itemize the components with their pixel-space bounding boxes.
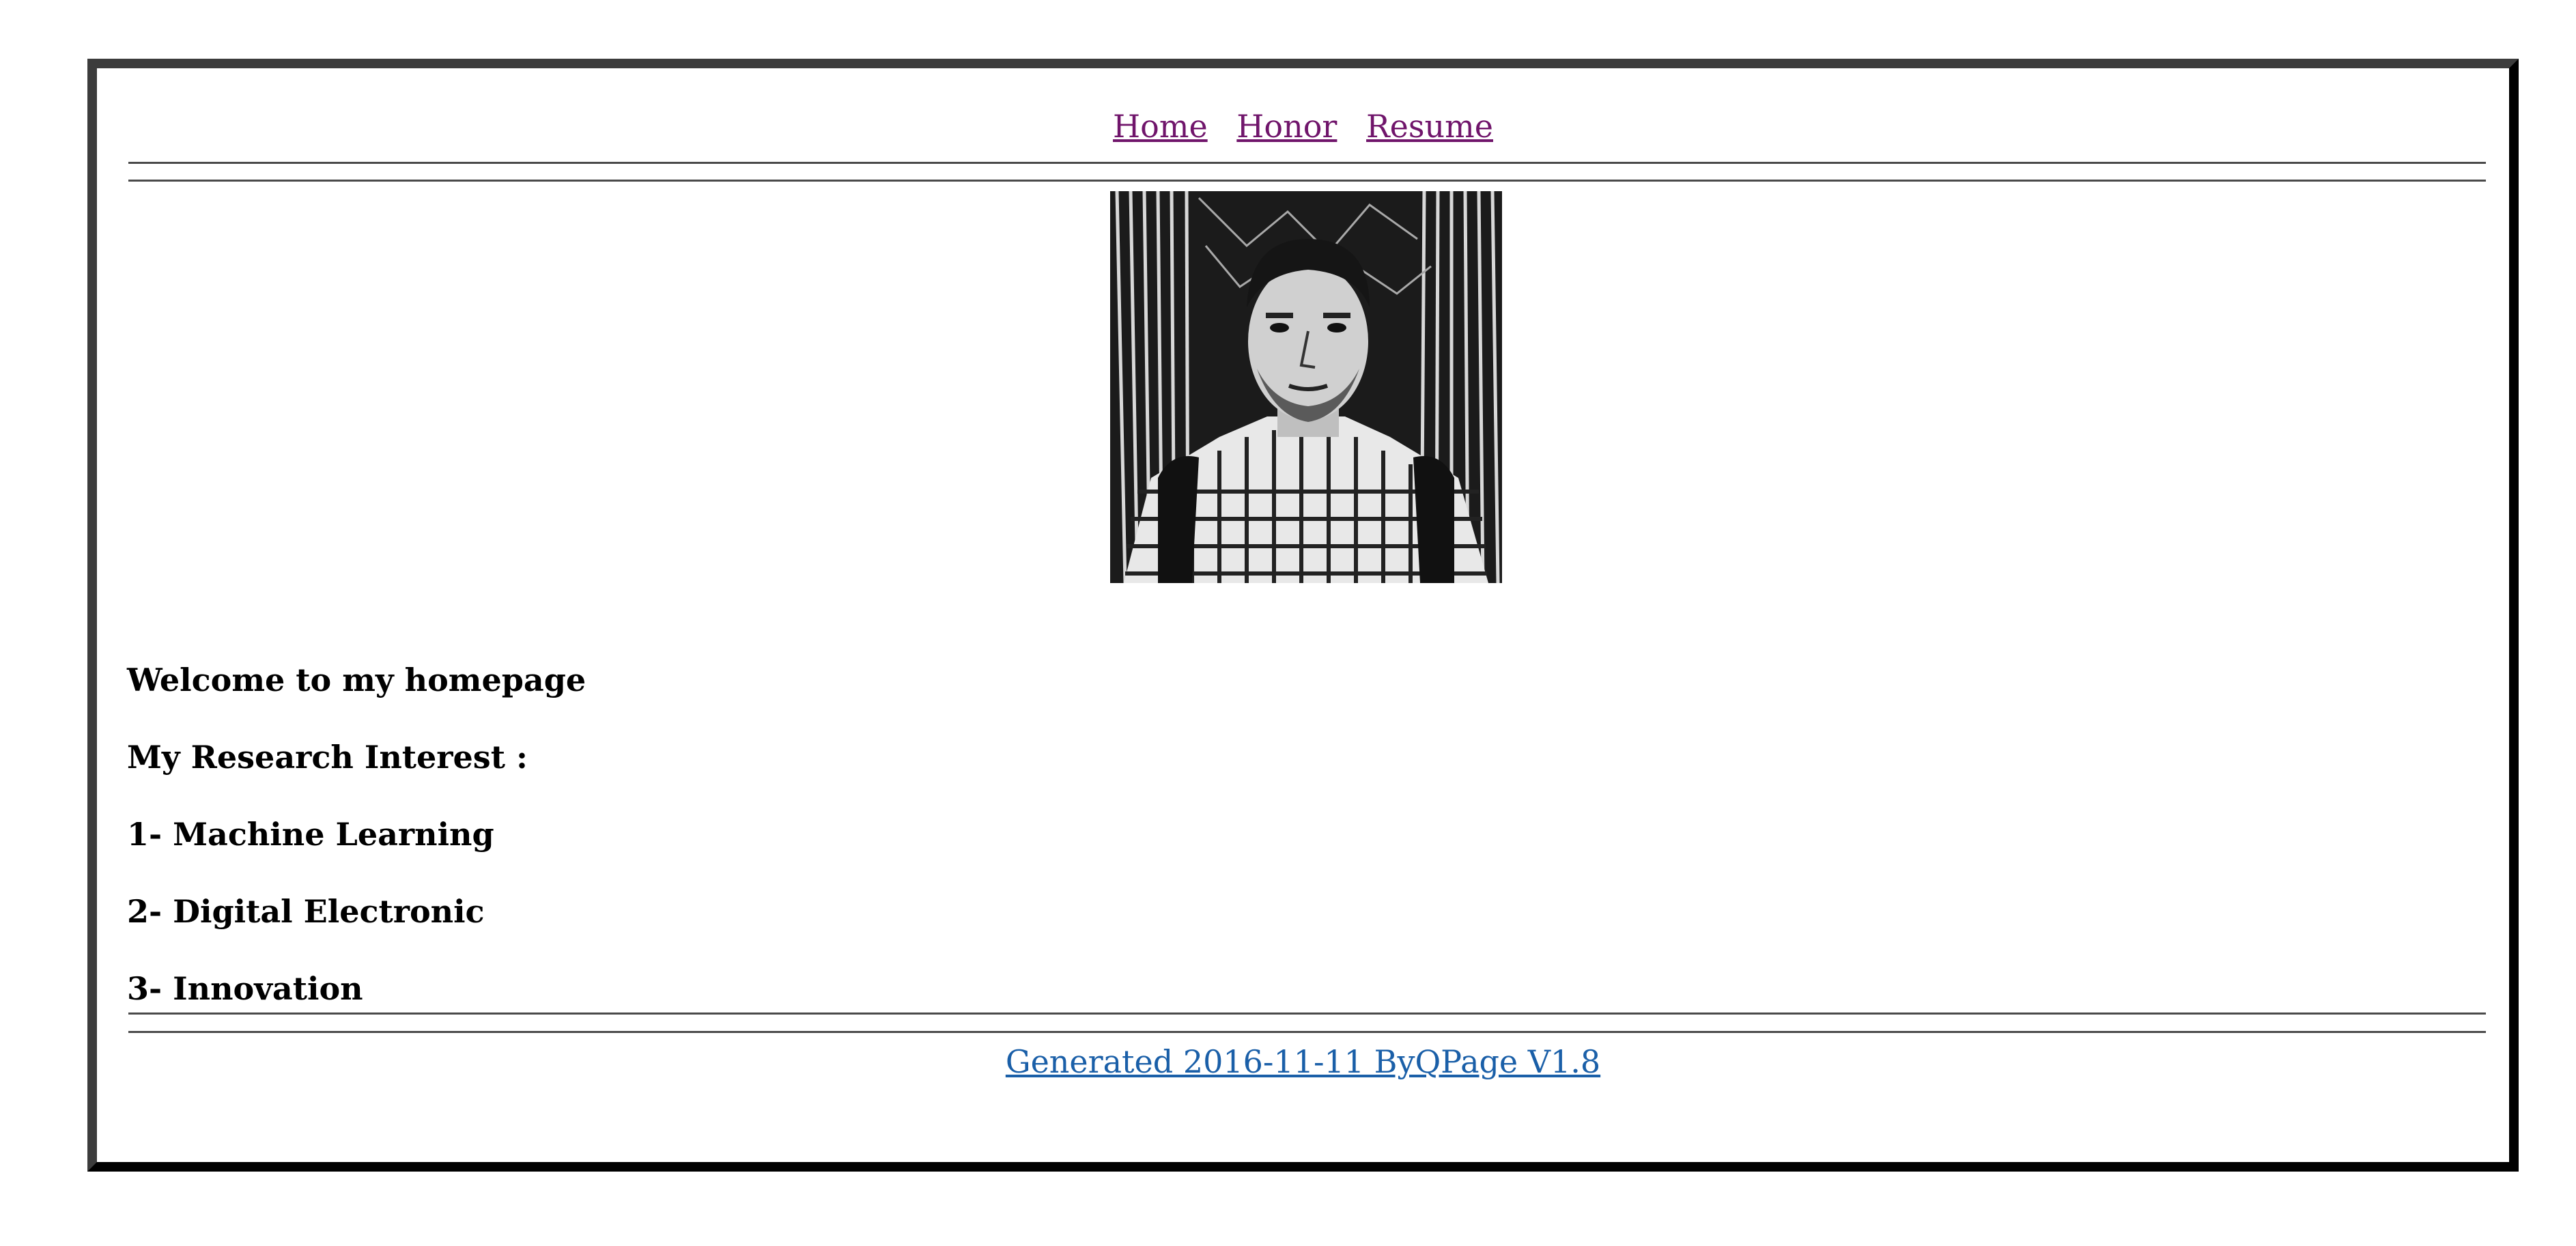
divider-bottom-1 <box>128 1013 2486 1015</box>
divider-bottom-2 <box>128 1031 2486 1033</box>
footer-generator-link[interactable]: Generated 2016-11-11 ByQPage V1.8 <box>1006 1043 1600 1080</box>
interest-item: 2- Digital Electronic <box>127 893 485 930</box>
page-frame: Home Honor Resume Welcome to my homepage… <box>87 59 2519 1172</box>
nav-link-honor[interactable]: Honor <box>1236 108 1337 145</box>
interest-item: 1- Machine Learning <box>127 816 494 853</box>
profile-photo <box>1110 191 1502 583</box>
nav-link-home[interactable]: Home <box>1113 108 1208 145</box>
divider-top-2 <box>128 180 2486 182</box>
welcome-text: Welcome to my homepage <box>127 662 586 698</box>
nav-link-resume[interactable]: Resume <box>1366 108 1493 145</box>
divider-top-1 <box>128 162 2486 164</box>
top-nav: Home Honor Resume <box>97 104 2509 149</box>
footer: Generated 2016-11-11 ByQPage V1.8 <box>97 1039 2509 1084</box>
research-heading: My Research Interest : <box>127 739 528 776</box>
interest-item: 3- Innovation <box>127 970 363 1007</box>
